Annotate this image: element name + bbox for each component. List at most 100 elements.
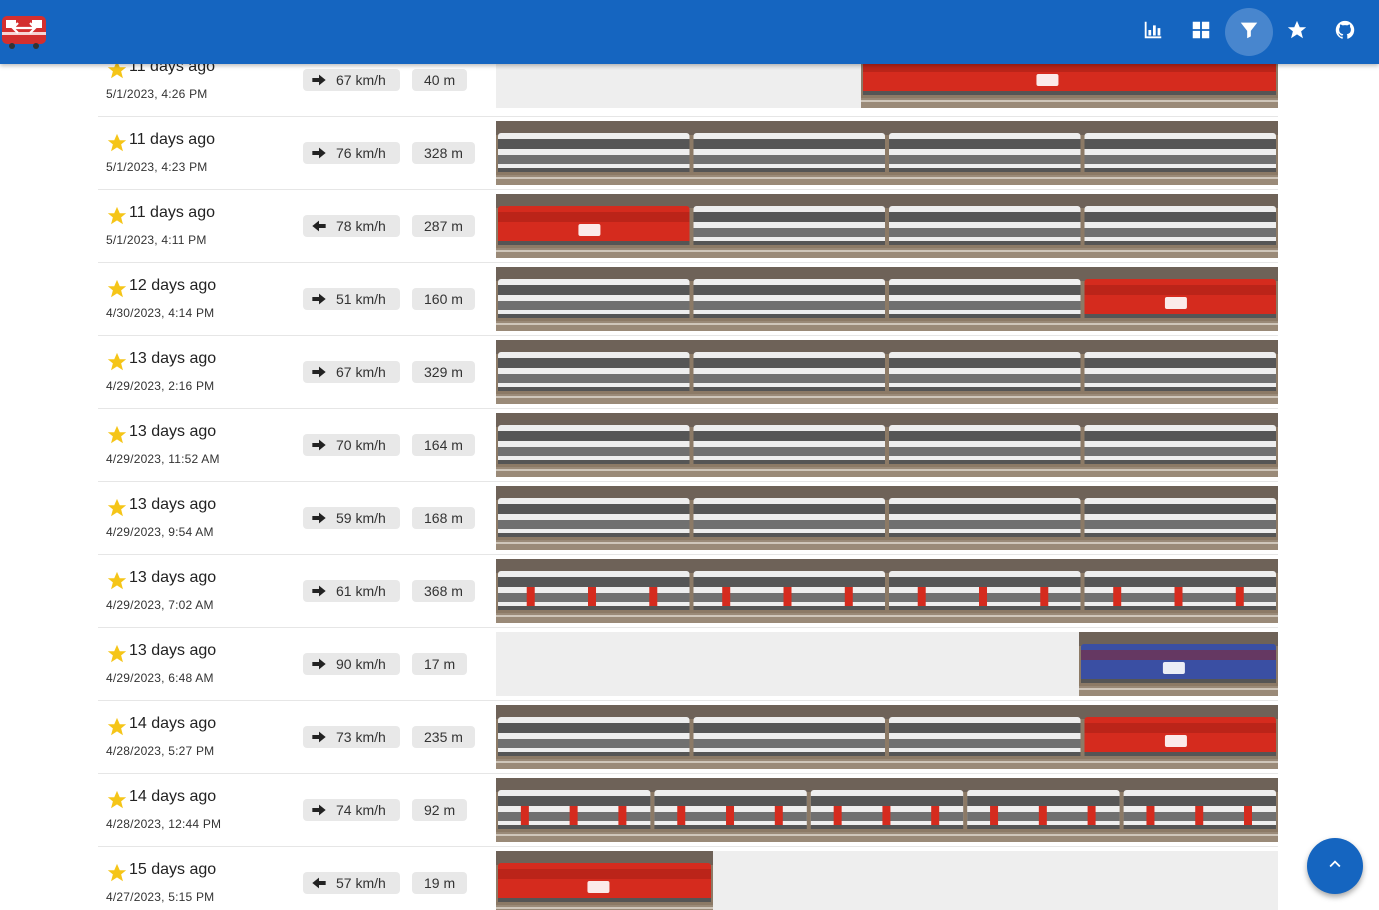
favorites-button[interactable] [1273, 8, 1321, 56]
length-chip: 168 m [412, 507, 475, 529]
star-icon[interactable] [106, 862, 128, 884]
train-image [496, 194, 1278, 258]
star-icon[interactable] [106, 132, 128, 154]
length-chip: 235 m [412, 726, 475, 748]
length-value: 17 m [424, 656, 456, 672]
speed-value: 67 km/h [336, 72, 386, 88]
train-photo-strip[interactable] [496, 194, 1278, 258]
relative-time: 13 days ago [129, 569, 217, 586]
speed-chip: 61 km/h [303, 580, 400, 602]
star-icon[interactable] [106, 278, 128, 300]
statistics-button[interactable] [1129, 8, 1177, 56]
star-icon[interactable] [106, 789, 128, 811]
train-photo-strip[interactable] [496, 413, 1278, 477]
sighting-time: 11 days ago 5/1/2023, 4:11 PM [106, 190, 296, 263]
train-row[interactable]: 14 days ago 4/28/2023, 5:27 PM 73 km/h 2… [98, 701, 1278, 774]
train-row[interactable]: 15 days ago 4/27/2023, 5:15 PM 57 km/h 1… [98, 847, 1278, 910]
relative-time: 11 days ago [129, 204, 215, 221]
train-photo-strip[interactable] [496, 778, 1278, 842]
train-row[interactable]: 13 days ago 4/29/2023, 9:54 AM 59 km/h 1… [98, 482, 1278, 555]
train-photo-strip[interactable] [496, 851, 1278, 910]
length-value: 235 m [424, 729, 463, 745]
train-photo-strip[interactable] [496, 486, 1278, 550]
train-row[interactable]: 13 days ago 4/29/2023, 7:02 AM 61 km/h 3… [98, 555, 1278, 628]
speed-value: 74 km/h [336, 802, 386, 818]
train-photo-strip[interactable] [496, 121, 1278, 185]
timestamp: 5/1/2023, 4:23 PM [106, 160, 208, 174]
timestamp: 5/1/2023, 4:11 PM [106, 233, 207, 247]
app-bar [0, 0, 1379, 64]
star-icon[interactable] [106, 205, 128, 227]
train-row[interactable]: 13 days ago 4/29/2023, 11:52 AM 70 km/h … [98, 409, 1278, 482]
train-row[interactable]: 12 days ago 4/30/2023, 4:14 PM 51 km/h 1… [98, 263, 1278, 336]
star-icon[interactable] [106, 643, 128, 665]
timestamp: 5/1/2023, 4:26 PM [106, 87, 208, 101]
train-row[interactable]: 11 days ago 5/1/2023, 4:23 PM 76 km/h 32… [98, 117, 1278, 190]
arrow-left-icon [311, 875, 327, 891]
relative-time: 15 days ago [129, 861, 217, 878]
arrow-right-icon [311, 145, 327, 161]
relative-time: 14 days ago [129, 788, 217, 805]
length-value: 19 m [424, 875, 456, 891]
length-chip: 368 m [412, 580, 475, 602]
train-photo-strip[interactable] [496, 267, 1278, 331]
github-button[interactable] [1321, 8, 1369, 56]
timestamp: 4/28/2023, 5:27 PM [106, 744, 215, 758]
sighting-time: 15 days ago 4/27/2023, 5:15 PM [106, 847, 296, 910]
sbb-locomotive-logo-icon[interactable] [0, 10, 50, 52]
train-photo-strip[interactable] [496, 340, 1278, 404]
arrow-right-icon [311, 510, 327, 526]
train-photo-strip[interactable] [496, 559, 1278, 623]
speed-chip: 67 km/h [303, 361, 400, 383]
timestamp: 4/29/2023, 11:52 AM [106, 452, 220, 466]
length-value: 164 m [424, 437, 463, 453]
arrow-right-icon [311, 364, 327, 380]
train-photo-strip[interactable] [496, 632, 1278, 696]
gallery-button[interactable] [1177, 8, 1225, 56]
train-row[interactable]: 13 days ago 4/29/2023, 6:48 AM 90 km/h 1… [98, 628, 1278, 701]
train-row[interactable]: 14 days ago 4/28/2023, 12:44 PM 74 km/h … [98, 774, 1278, 847]
timestamp: 4/29/2023, 6:48 AM [106, 671, 214, 685]
star-icon[interactable] [106, 351, 128, 373]
star-icon [1286, 19, 1308, 46]
speed-chip: 59 km/h [303, 507, 400, 529]
train-image [496, 413, 1278, 477]
train-image [496, 559, 1278, 623]
filter-button[interactable] [1225, 8, 1273, 56]
speed-value: 67 km/h [336, 364, 386, 380]
sighting-time: 13 days ago 4/29/2023, 2:16 PM [106, 336, 296, 409]
length-chip: 164 m [412, 434, 475, 456]
relative-time: 13 days ago [129, 350, 217, 367]
grid-view-icon [1190, 19, 1212, 46]
scroll-to-top-button[interactable] [1307, 838, 1363, 894]
arrow-right-icon [311, 291, 327, 307]
train-row[interactable]: 13 days ago 4/29/2023, 2:16 PM 67 km/h 3… [98, 336, 1278, 409]
star-icon[interactable] [106, 424, 128, 446]
length-value: 168 m [424, 510, 463, 526]
train-image [496, 778, 1278, 842]
relative-time: 13 days ago [129, 642, 217, 659]
train-row[interactable]: 11 days ago 5/1/2023, 4:11 PM 78 km/h 28… [98, 190, 1278, 263]
arrow-right-icon [311, 437, 327, 453]
speed-chip: 70 km/h [303, 434, 400, 456]
timestamp: 4/29/2023, 9:54 AM [106, 525, 214, 539]
speed-value: 57 km/h [336, 875, 386, 891]
arrow-right-icon [311, 72, 327, 88]
sighting-time: 11 days ago 5/1/2023, 4:23 PM [106, 117, 296, 190]
star-icon[interactable] [106, 570, 128, 592]
chevron-up-icon [1324, 853, 1346, 880]
train-image [496, 705, 1278, 769]
speed-value: 78 km/h [336, 218, 386, 234]
train-photo-strip[interactable] [496, 705, 1278, 769]
length-chip: 40 m [412, 69, 468, 91]
speed-chip: 73 km/h [303, 726, 400, 748]
arrow-right-icon [311, 802, 327, 818]
speed-value: 73 km/h [336, 729, 386, 745]
star-icon[interactable] [106, 716, 128, 738]
length-chip: 92 m [412, 799, 468, 821]
relative-time: 14 days ago [129, 715, 217, 732]
star-icon[interactable] [106, 497, 128, 519]
sighting-time: 13 days ago 4/29/2023, 9:54 AM [106, 482, 296, 555]
sighting-time: 14 days ago 4/28/2023, 5:27 PM [106, 701, 296, 774]
arrow-right-icon [311, 656, 327, 672]
